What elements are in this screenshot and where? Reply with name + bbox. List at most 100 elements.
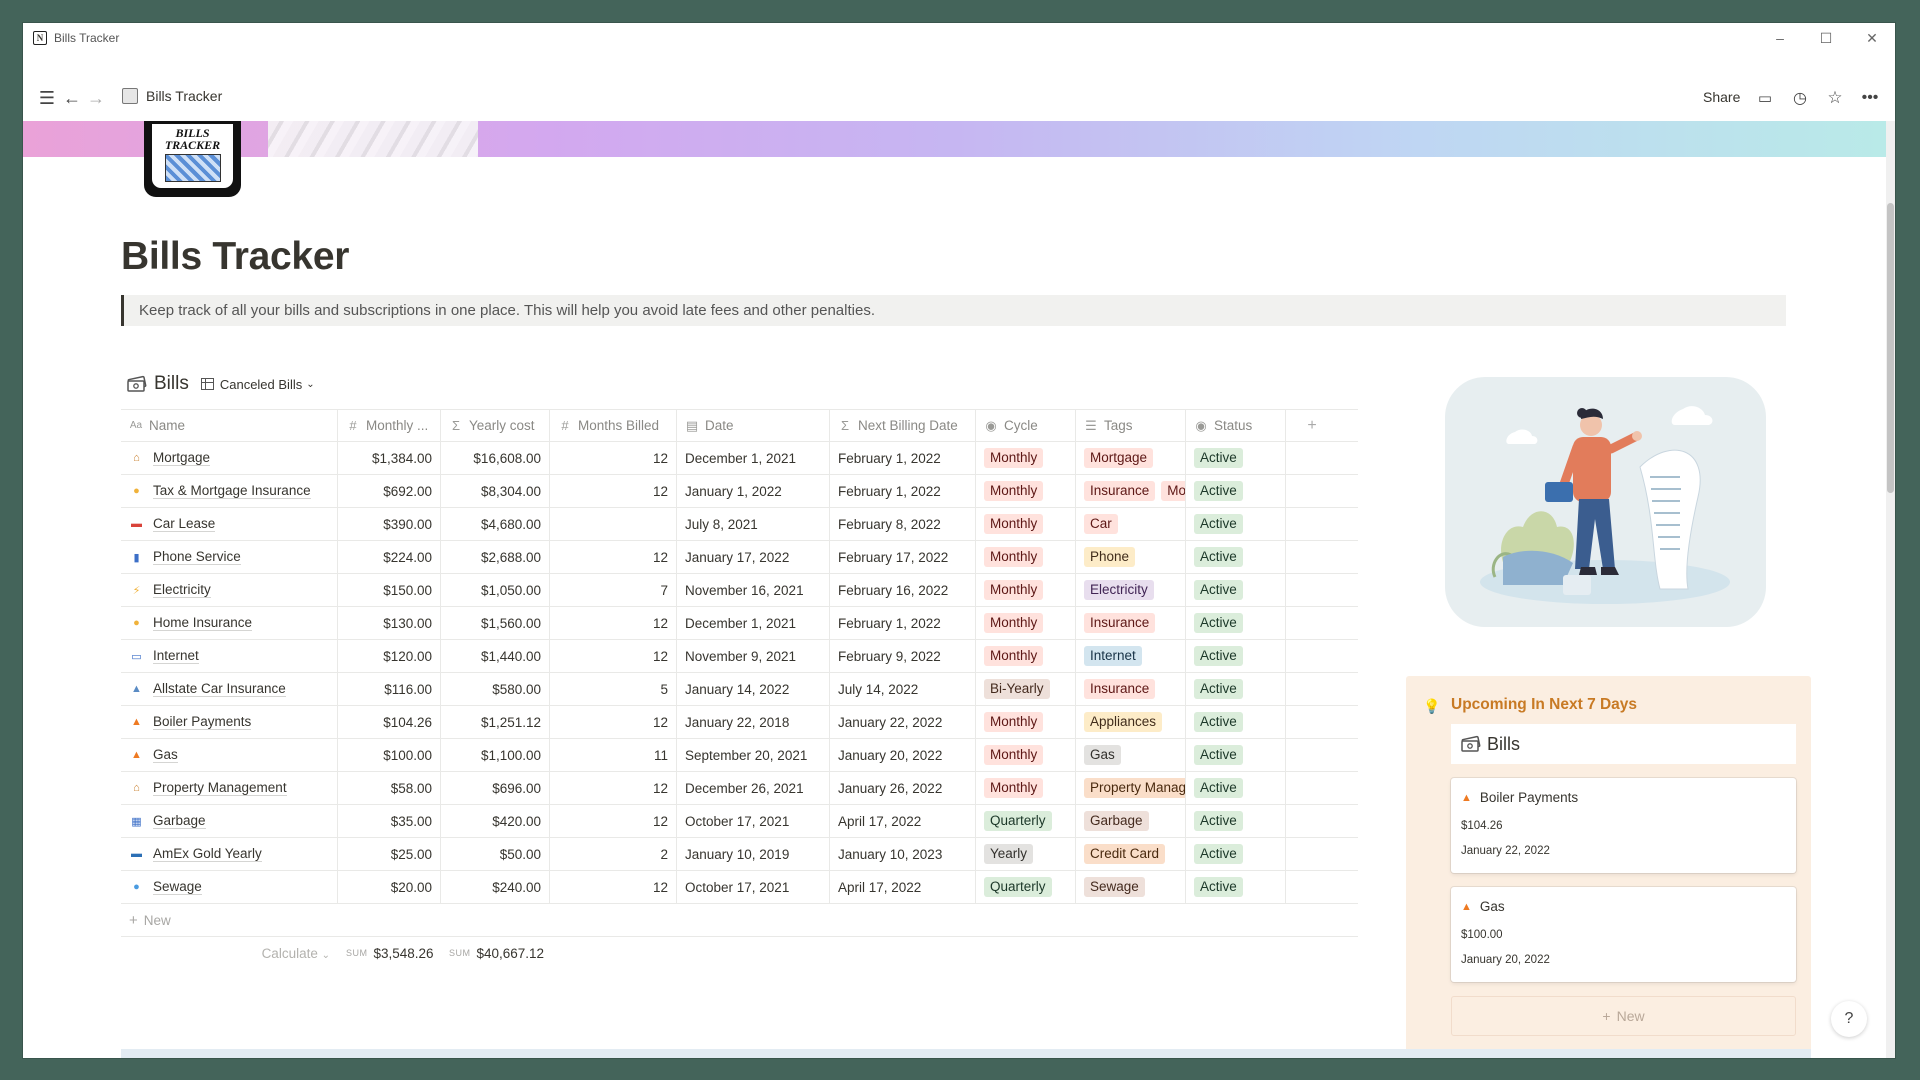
cell-name[interactable]: ● Home Insurance bbox=[121, 607, 338, 639]
cell-months-billed[interactable] bbox=[550, 508, 677, 540]
cell-status[interactable]: Active bbox=[1186, 706, 1286, 738]
cell-yearly[interactable]: $696.00 bbox=[441, 772, 550, 804]
col-name[interactable]: Aa Name bbox=[121, 410, 338, 441]
cell-months-billed[interactable]: 12 bbox=[550, 871, 677, 903]
cell-status[interactable]: Active bbox=[1186, 541, 1286, 573]
cell-status[interactable]: Active bbox=[1186, 607, 1286, 639]
cell-tags[interactable]: Garbage bbox=[1076, 805, 1186, 837]
back-arrow-icon[interactable]: ← bbox=[61, 87, 83, 109]
cell-cycle[interactable]: Monthly bbox=[976, 508, 1076, 540]
share-button[interactable]: Share bbox=[1703, 89, 1740, 105]
cell-date[interactable]: January 17, 2022 bbox=[677, 541, 830, 573]
cell-next-billing[interactable]: January 20, 2022 bbox=[830, 739, 976, 771]
cell-yearly[interactable]: $580.00 bbox=[441, 673, 550, 705]
cell-status[interactable]: Active bbox=[1186, 640, 1286, 672]
col-yearly[interactable]: Σ Yearly cost bbox=[441, 410, 550, 441]
cell-monthly[interactable]: $20.00 bbox=[338, 871, 441, 903]
cell-monthly[interactable]: $104.26 bbox=[338, 706, 441, 738]
cell-status[interactable]: Active bbox=[1186, 508, 1286, 540]
table-row[interactable]: ▮ Phone Service $224.00 $2,688.00 12 January … bbox=[121, 541, 1358, 574]
table-row[interactable]: ⌂ Mortgage $1,384.00 $16,608.00 12 December 1… bbox=[121, 442, 1358, 475]
upcoming-card[interactable]: ▲ Gas $100.00 January 20, 2022 bbox=[1451, 887, 1796, 982]
star-icon[interactable]: ☆ bbox=[1824, 87, 1846, 109]
cell-date[interactable]: January 14, 2022 bbox=[677, 673, 830, 705]
table-row[interactable]: ▭ Internet $120.00 $1,440.00 12 November 9, 2… bbox=[121, 640, 1358, 673]
cell-months-billed[interactable]: 12 bbox=[550, 541, 677, 573]
cell-next-billing[interactable]: February 16, 2022 bbox=[830, 574, 976, 606]
cell-months-billed[interactable]: 12 bbox=[550, 640, 677, 672]
row-name[interactable]: Sewage bbox=[153, 879, 202, 895]
cell-yearly[interactable]: $1,251.12 bbox=[441, 706, 550, 738]
row-name[interactable]: Mortgage bbox=[153, 450, 211, 466]
cell-date[interactable]: January 22, 2018 bbox=[677, 706, 830, 738]
cell-monthly[interactable]: $25.00 bbox=[338, 838, 441, 870]
cell-months-billed[interactable]: 12 bbox=[550, 475, 677, 507]
table-row[interactable]: ● Home Insurance $130.00 $1,560.00 12 Decembe… bbox=[121, 607, 1358, 640]
row-name[interactable]: Garbage bbox=[153, 813, 206, 829]
cell-next-billing[interactable]: January 26, 2022 bbox=[830, 772, 976, 804]
cell-cycle[interactable]: Yearly bbox=[976, 838, 1076, 870]
cell-name[interactable]: ▲ Allstate Car Insurance bbox=[121, 673, 338, 705]
cell-next-billing[interactable]: July 14, 2022 bbox=[830, 673, 976, 705]
cell-name[interactable]: ▬ AmEx Gold Yearly bbox=[121, 838, 338, 870]
cell-date[interactable]: July 8, 2021 bbox=[677, 508, 830, 540]
cell-tags[interactable]: Electricity bbox=[1076, 574, 1186, 606]
cell-name[interactable]: ▭ Internet bbox=[121, 640, 338, 672]
cell-next-billing[interactable]: April 17, 2022 bbox=[830, 805, 976, 837]
cell-date[interactable]: December 1, 2021 bbox=[677, 442, 830, 474]
cell-name[interactable]: ⚡ Electricity bbox=[121, 574, 338, 606]
cell-months-billed[interactable]: 7 bbox=[550, 574, 677, 606]
cell-tags[interactable]: InsuranceMortgage bbox=[1076, 475, 1186, 507]
cell-cycle[interactable]: Monthly bbox=[976, 574, 1076, 606]
sum-yearly[interactable]: SUM $40,667.12 bbox=[441, 946, 550, 961]
row-name[interactable]: Home Insurance bbox=[153, 615, 253, 631]
cell-next-billing[interactable]: February 1, 2022 bbox=[830, 442, 976, 474]
cell-yearly[interactable]: $50.00 bbox=[441, 838, 550, 870]
cell-cycle[interactable]: Monthly bbox=[976, 607, 1076, 639]
cell-monthly[interactable]: $100.00 bbox=[338, 739, 441, 771]
cell-status[interactable]: Active bbox=[1186, 871, 1286, 903]
upcoming-new-button[interactable]: + New bbox=[1451, 996, 1796, 1036]
cell-monthly[interactable]: $1,384.00 bbox=[338, 442, 441, 474]
cell-next-billing[interactable]: February 17, 2022 bbox=[830, 541, 976, 573]
cell-status[interactable]: Active bbox=[1186, 805, 1286, 837]
cell-cycle[interactable]: Monthly bbox=[976, 739, 1076, 771]
cell-tags[interactable]: Appliances bbox=[1076, 706, 1186, 738]
cell-yearly[interactable]: $8,304.00 bbox=[441, 475, 550, 507]
help-button[interactable]: ? bbox=[1831, 1001, 1867, 1037]
cell-name[interactable]: ● Tax & Mortgage Insurance bbox=[121, 475, 338, 507]
new-row-button[interactable]: + New bbox=[121, 904, 1358, 937]
cell-cycle[interactable]: Monthly bbox=[976, 442, 1076, 474]
cell-name[interactable]: ● Sewage bbox=[121, 871, 338, 903]
cell-name[interactable]: ⌂ Mortgage bbox=[121, 442, 338, 474]
cell-monthly[interactable]: $58.00 bbox=[338, 772, 441, 804]
cell-tags[interactable]: Property Management bbox=[1076, 772, 1186, 804]
cell-yearly[interactable]: $4,680.00 bbox=[441, 508, 550, 540]
cell-months-billed[interactable]: 12 bbox=[550, 772, 677, 804]
cell-monthly[interactable]: $120.00 bbox=[338, 640, 441, 672]
cell-next-billing[interactable]: February 1, 2022 bbox=[830, 607, 976, 639]
cell-next-billing[interactable]: January 10, 2023 bbox=[830, 838, 976, 870]
cell-name[interactable]: ▮ Phone Service bbox=[121, 541, 338, 573]
cell-yearly[interactable]: $240.00 bbox=[441, 871, 550, 903]
cell-monthly[interactable]: $692.00 bbox=[338, 475, 441, 507]
scrollbar-thumb[interactable] bbox=[1887, 203, 1894, 493]
calculate-dropdown[interactable]: Calculate ⌄ bbox=[121, 946, 338, 961]
cell-name[interactable]: ▲ Gas bbox=[121, 739, 338, 771]
col-tags[interactable]: ☰ Tags bbox=[1076, 410, 1186, 441]
cell-months-billed[interactable]: 12 bbox=[550, 442, 677, 474]
cell-tags[interactable]: Insurance bbox=[1076, 673, 1186, 705]
more-icon[interactable]: ••• bbox=[1859, 87, 1881, 109]
cell-cycle[interactable]: Quarterly bbox=[976, 805, 1076, 837]
cell-status[interactable]: Active bbox=[1186, 838, 1286, 870]
cell-monthly[interactable]: $390.00 bbox=[338, 508, 441, 540]
menu-icon[interactable]: ☰ bbox=[36, 87, 58, 109]
cell-name[interactable]: ⌂ Property Management bbox=[121, 772, 338, 804]
cell-name[interactable]: ▦ Garbage bbox=[121, 805, 338, 837]
cell-tags[interactable]: Gas bbox=[1076, 739, 1186, 771]
col-date[interactable]: ▤ Date bbox=[677, 410, 830, 441]
cell-tags[interactable]: Credit Card bbox=[1076, 838, 1186, 870]
cell-cycle[interactable]: Monthly bbox=[976, 475, 1076, 507]
cell-status[interactable]: Active bbox=[1186, 475, 1286, 507]
row-name[interactable]: Tax & Mortgage Insurance bbox=[153, 483, 311, 499]
